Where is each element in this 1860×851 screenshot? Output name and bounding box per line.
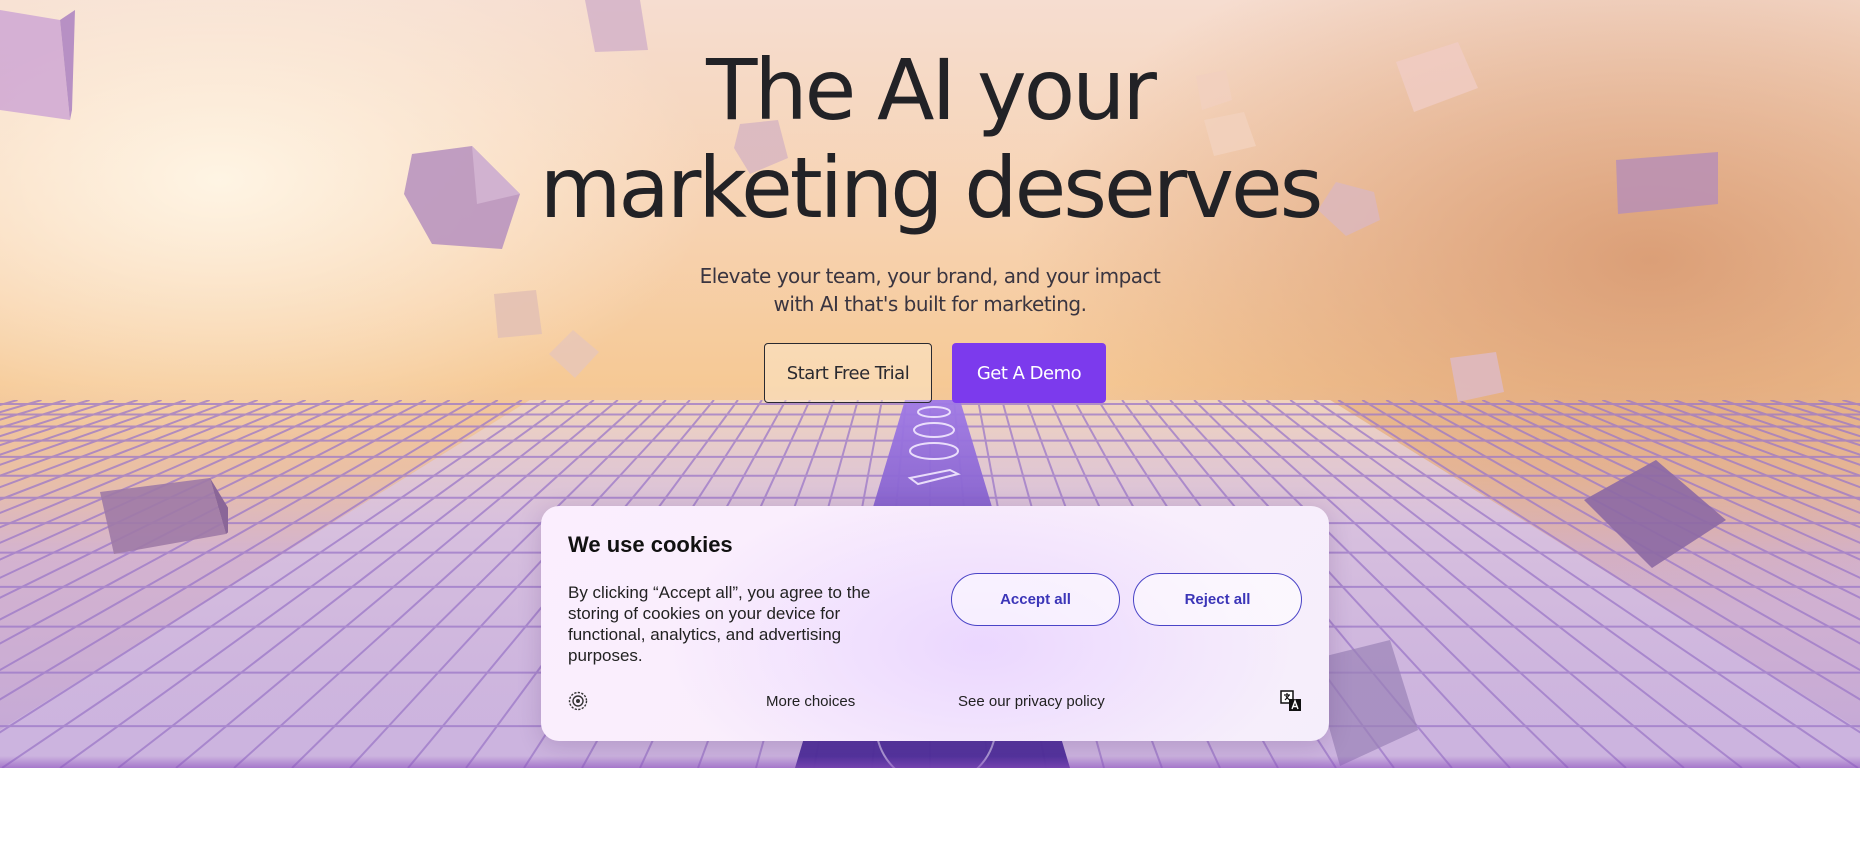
cookie-consent-banner: We use cookies By clicking “Accept all”,… [541, 506, 1329, 741]
decorative-cube [1584, 460, 1726, 568]
translate-icon[interactable] [1280, 690, 1302, 712]
cookie-banner-title: We use cookies [568, 532, 733, 557]
more-choices-link[interactable]: More choices [766, 693, 855, 710]
hero-subtitle-line1: Elevate your team, your brand, and your … [699, 264, 1161, 288]
decorative-cube [549, 330, 599, 378]
hero-headline-line1: The AI your [706, 41, 1157, 139]
settings-icon[interactable] [568, 691, 588, 711]
hero-subtitle-line2: with AI that's built for marketing. [773, 292, 1087, 316]
cookie-banner-body: By clicking “Accept all”, you agree to t… [568, 583, 871, 665]
reject-all-button[interactable]: Reject all [1133, 573, 1302, 626]
privacy-policy-link[interactable]: See our privacy policy [958, 693, 1105, 710]
hero-headline-line2: marketing deserves [539, 139, 1324, 237]
decorative-cube [1450, 352, 1504, 402]
get-a-demo-button[interactable]: Get A Demo [952, 343, 1106, 403]
start-free-trial-button[interactable]: Start Free Trial [764, 343, 932, 403]
decorative-cube [100, 478, 228, 554]
accept-all-button[interactable]: Accept all [951, 573, 1120, 626]
